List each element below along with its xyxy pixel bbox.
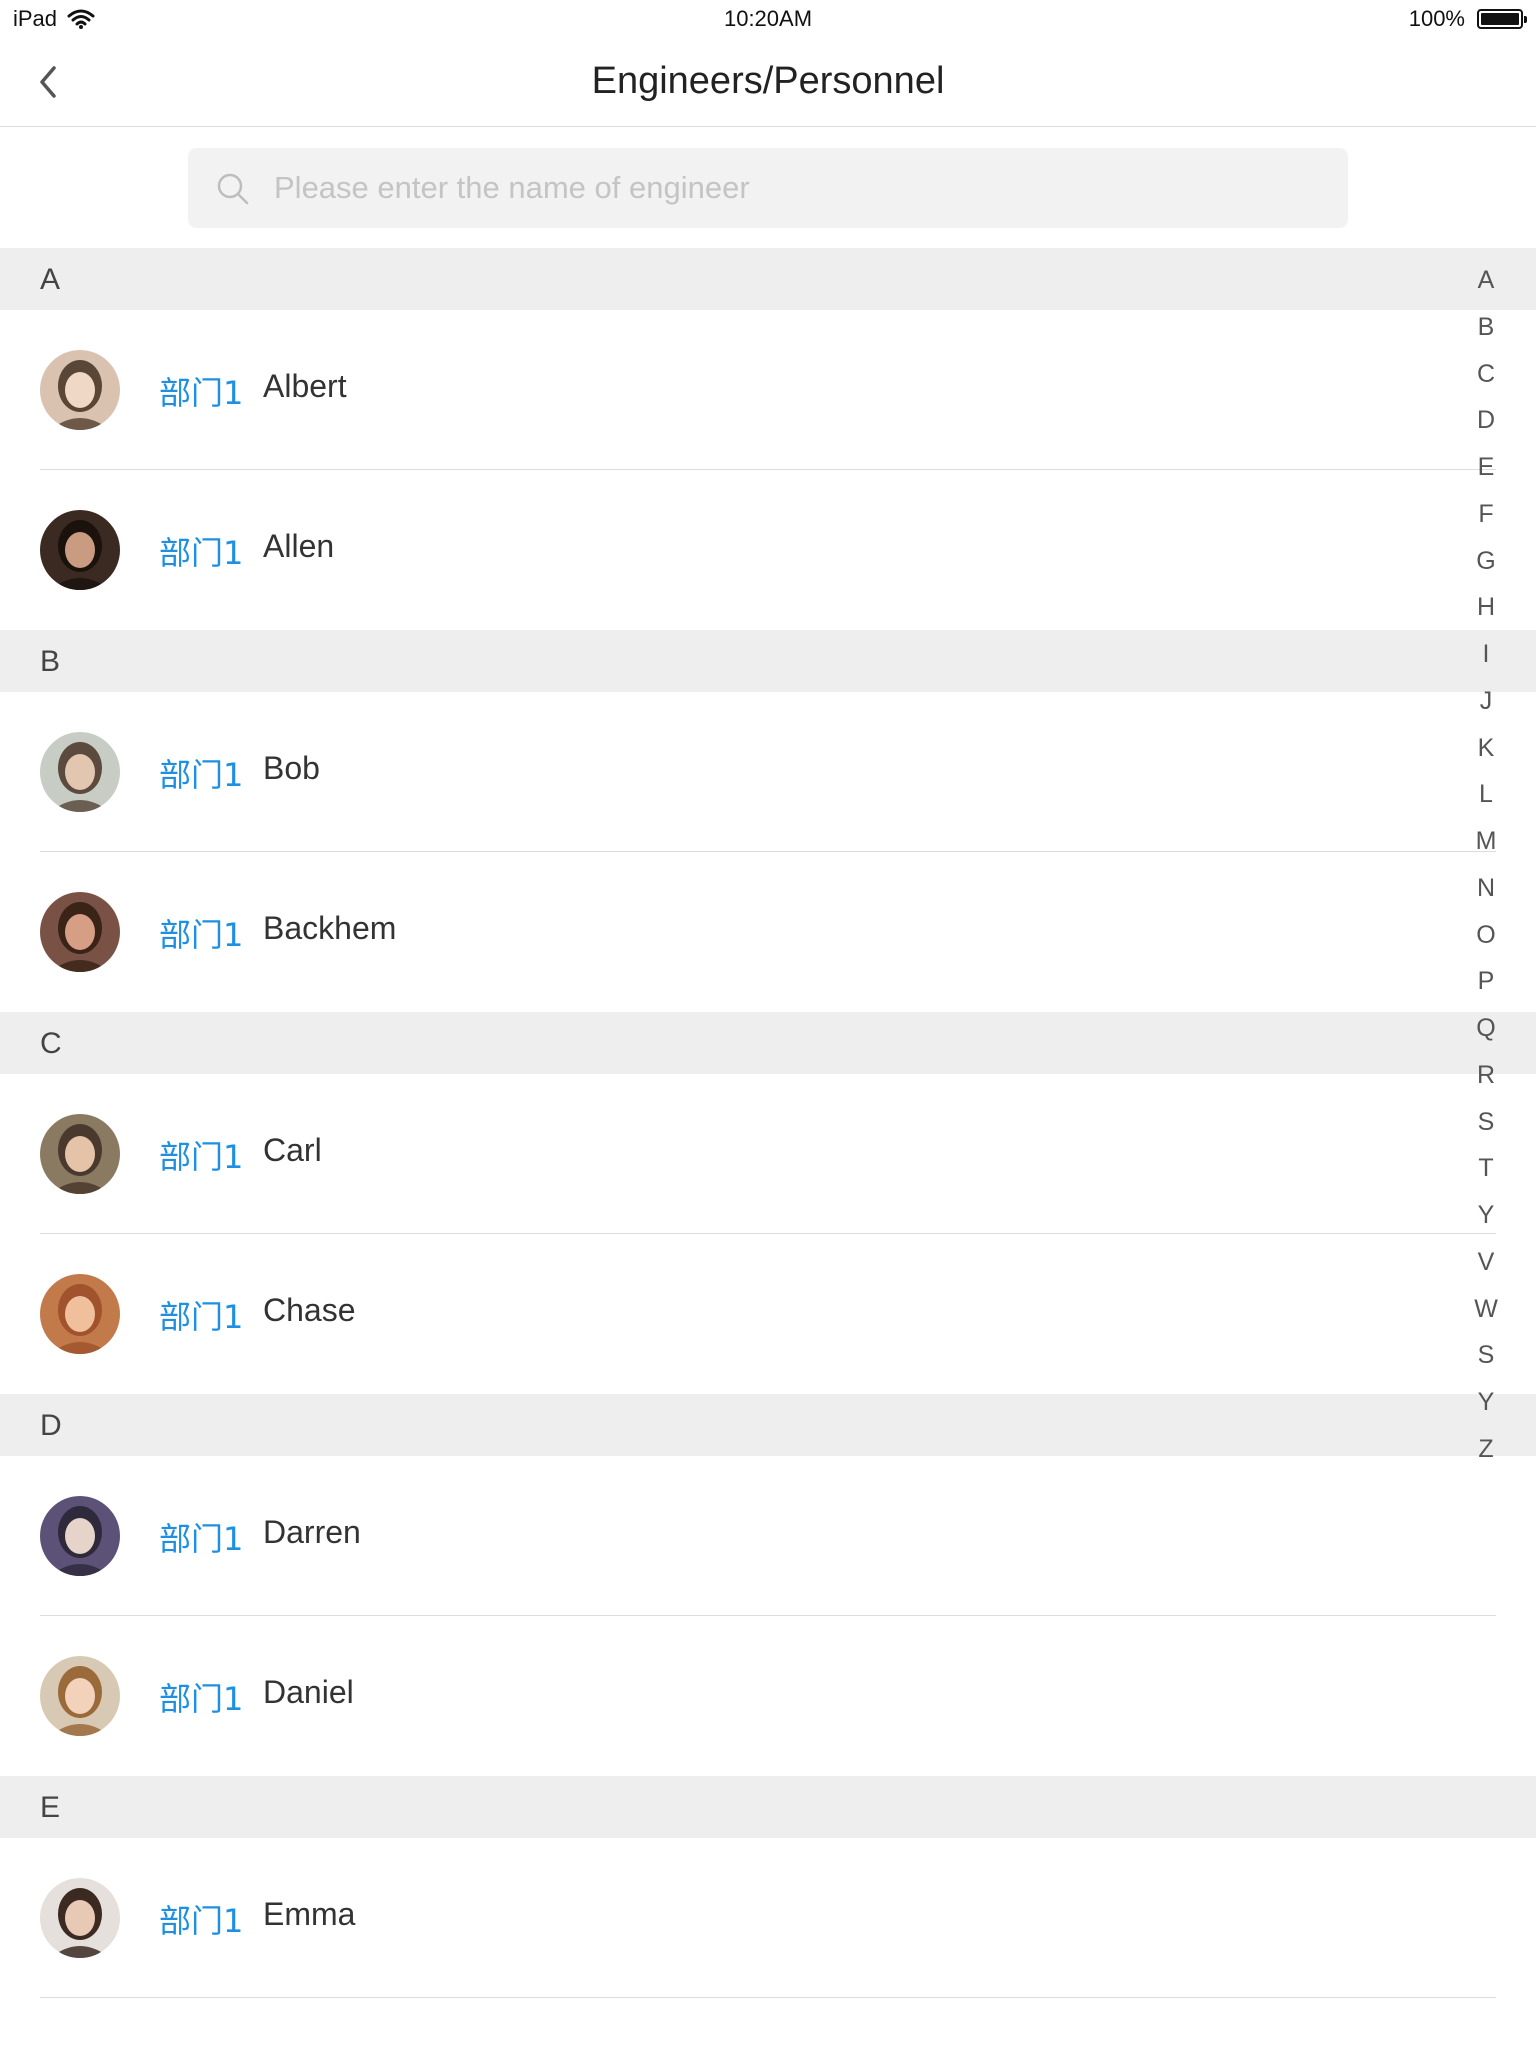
section-letter: C bbox=[40, 1027, 62, 1060]
section-header-e: E bbox=[0, 1776, 1536, 1838]
engineer-row[interactable]: 部门1 Daniel bbox=[0, 1616, 1536, 1776]
index-letter[interactable]: R bbox=[1466, 1057, 1506, 1104]
department-label: 部门1 bbox=[159, 1298, 244, 1336]
engineer-row[interactable]: 部门1 Emma bbox=[0, 1838, 1536, 1998]
section-header-a: A bbox=[0, 248, 1536, 310]
index-letter[interactable]: S bbox=[1466, 1104, 1506, 1151]
index-letter[interactable]: O bbox=[1466, 917, 1506, 964]
index-letter[interactable]: P bbox=[1466, 963, 1506, 1010]
section-letter: B bbox=[40, 645, 61, 678]
index-letter[interactable]: H bbox=[1466, 589, 1506, 636]
index-letter[interactable]: K bbox=[1466, 730, 1506, 777]
section-header-d: D bbox=[0, 1394, 1536, 1456]
section-letter: E bbox=[40, 1791, 61, 1824]
search-bar bbox=[188, 148, 1348, 228]
index-letter[interactable]: L bbox=[1466, 776, 1506, 823]
nav-bar: Engineers/Personnel bbox=[0, 40, 1536, 127]
department-label: 部门1 bbox=[159, 374, 244, 412]
index-letter[interactable]: T bbox=[1466, 1150, 1506, 1197]
index-letter[interactable]: S bbox=[1466, 1337, 1506, 1384]
department-label: 部门1 bbox=[159, 1680, 244, 1718]
avatar bbox=[40, 1114, 120, 1194]
index-letter[interactable]: Z bbox=[1466, 1431, 1506, 1478]
search-icon bbox=[217, 173, 249, 205]
index-letter[interactable]: A bbox=[1466, 262, 1506, 309]
department-label: 部门1 bbox=[159, 534, 244, 572]
engineer-name: Backhem bbox=[263, 910, 397, 946]
row-divider bbox=[40, 1997, 1496, 1998]
engineer-row[interactable]: 部门1 Bob bbox=[0, 692, 1536, 852]
engineer-name: Bob bbox=[263, 750, 320, 786]
engineer-row[interactable]: 部门1 Allen bbox=[0, 470, 1536, 630]
avatar bbox=[40, 1656, 120, 1736]
engineer-name: Albert bbox=[263, 368, 347, 404]
section-letter: A bbox=[40, 263, 61, 296]
engineer-name: Darren bbox=[263, 1514, 361, 1550]
battery-icon bbox=[1477, 9, 1527, 29]
avatar bbox=[40, 1274, 120, 1354]
section-header-c: C bbox=[0, 1012, 1536, 1074]
index-letter[interactable]: C bbox=[1466, 356, 1506, 403]
index-letter[interactable]: J bbox=[1466, 683, 1506, 730]
section-header-b: B bbox=[0, 630, 1536, 692]
index-letter[interactable]: V bbox=[1466, 1244, 1506, 1291]
engineer-name: Daniel bbox=[263, 1674, 354, 1710]
avatar bbox=[40, 892, 120, 972]
status-bar: iPad 10:20AM 100% bbox=[0, 0, 1536, 40]
status-time: 10:20AM bbox=[723, 6, 813, 31]
department-label: 部门1 bbox=[159, 1138, 244, 1176]
engineer-name: Carl bbox=[263, 1132, 322, 1168]
engineer-row[interactable]: 部门1 Carl bbox=[0, 1074, 1536, 1234]
engineer-row[interactable]: 部门1 Albert bbox=[0, 310, 1536, 470]
department-label: 部门1 bbox=[159, 916, 244, 954]
alphabet-index[interactable]: ABCDEFGHIJKLMNOPQRSTYVWSYZ bbox=[1466, 262, 1506, 1478]
engineer-row[interactable]: 部门1 Chase bbox=[0, 1234, 1536, 1394]
engineer-name: Allen bbox=[263, 528, 335, 564]
index-letter[interactable]: E bbox=[1466, 449, 1506, 496]
engineer-row[interactable]: 部门1 Backhem bbox=[0, 852, 1536, 1012]
avatar bbox=[40, 1496, 120, 1576]
engineer-name: Emma bbox=[263, 1896, 356, 1932]
index-letter[interactable]: B bbox=[1466, 309, 1506, 356]
search-input[interactable] bbox=[274, 148, 1314, 228]
avatar bbox=[40, 510, 120, 590]
index-letter[interactable]: M bbox=[1466, 823, 1506, 870]
index-letter[interactable]: W bbox=[1466, 1291, 1506, 1338]
engineer-name: Chase bbox=[263, 1292, 356, 1328]
status-right: 100% bbox=[1408, 6, 1527, 32]
battery-percent: 100% bbox=[1408, 6, 1465, 31]
avatar bbox=[40, 732, 120, 812]
avatar bbox=[40, 1878, 120, 1958]
avatar bbox=[40, 350, 120, 430]
page-title: Engineers/Personnel bbox=[591, 60, 945, 102]
department-label: 部门1 bbox=[159, 1902, 244, 1940]
battery-nub bbox=[1524, 16, 1527, 23]
battery-fill bbox=[1481, 13, 1519, 25]
index-letter[interactable]: I bbox=[1466, 636, 1506, 683]
department-label: 部门1 bbox=[159, 756, 244, 794]
index-letter[interactable]: F bbox=[1466, 496, 1506, 543]
engineer-list: A 部门1 Albert 部门1 Allen B 部门1 Bob 部门1 Backhem C 部门1 C… bbox=[0, 248, 1536, 1998]
index-letter[interactable]: D bbox=[1466, 402, 1506, 449]
index-letter[interactable]: N bbox=[1466, 870, 1506, 917]
engineer-row[interactable]: 部门1 Darren bbox=[0, 1456, 1536, 1616]
index-letter[interactable]: Y bbox=[1466, 1197, 1506, 1244]
index-letter[interactable]: Q bbox=[1466, 1010, 1506, 1057]
index-letter[interactable]: G bbox=[1466, 543, 1506, 590]
department-label: 部门1 bbox=[159, 1520, 244, 1558]
index-letter[interactable]: Y bbox=[1466, 1384, 1506, 1431]
section-letter: D bbox=[40, 1409, 62, 1442]
